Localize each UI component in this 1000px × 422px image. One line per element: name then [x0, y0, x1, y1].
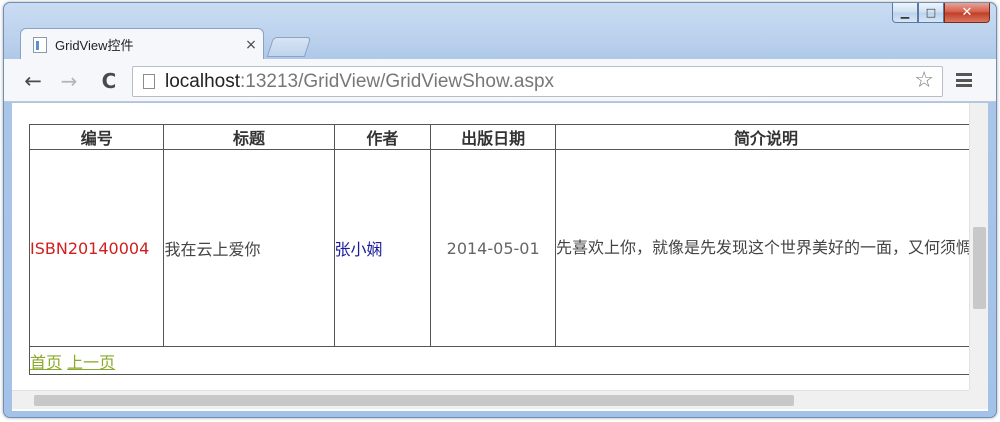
table-row: ISBN20140004 我在云上爱你 张小娴 2014-05-01 先喜欢上你… [28, 149, 978, 347]
pager-row: 首页 上一页 [30, 347, 977, 375]
cell-title: 我在云上爱你 [163, 149, 335, 347]
forward-arrow-icon[interactable]: → [56, 68, 82, 94]
vertical-scrollbar[interactable] [969, 103, 988, 390]
tab-close-icon[interactable]: × [239, 37, 263, 53]
prev-page-link[interactable]: 上一页 [67, 353, 115, 372]
close-window-button[interactable]: ✕ [944, 3, 990, 23]
header-date: 出版日期 [430, 124, 556, 150]
url-path: :13213/GridView/GridViewShow.aspx [240, 70, 555, 92]
address-bar[interactable]: localhost:13213/GridView/GridViewShow.as… [132, 66, 943, 97]
browser-tab[interactable]: GridView控件 × [20, 28, 264, 60]
url-host: localhost [165, 70, 240, 92]
back-arrow-icon[interactable]: ← [20, 68, 46, 94]
page-icon [143, 74, 155, 89]
url-text[interactable]: localhost:13213/GridView/GridViewShow.as… [165, 71, 554, 93]
horizontal-scrollbar[interactable] [12, 390, 969, 409]
header-author: 作者 [333, 124, 432, 150]
table-header-row: 编号 标题 作者 出版日期 简介说明 [28, 124, 978, 150]
browser-toolbar: ← → C localhost:13213/GridView/GridViewS… [4, 59, 996, 102]
cell-author: 张小娴 [333, 149, 432, 347]
window-controls: ▁ □ ✕ [892, 3, 990, 25]
scrollbar-corner [969, 390, 988, 409]
header-title: 标题 [163, 124, 335, 150]
gridview-table: 编号 标题 作者 出版日期 简介说明 ISBN20140004 我在云上爱你 张… [28, 124, 978, 375]
vertical-scroll-thumb[interactable] [973, 227, 986, 309]
reload-icon[interactable]: C [96, 68, 122, 94]
maximize-button[interactable]: □ [918, 3, 944, 23]
pager-cell: 首页 上一页 [30, 347, 977, 375]
first-page-link[interactable]: 首页 [30, 353, 62, 372]
bookmark-star-icon[interactable]: ☆ [914, 68, 934, 93]
page-icon [33, 36, 47, 53]
minimize-button[interactable]: ▁ [892, 3, 918, 23]
horizontal-scroll-thumb[interactable] [34, 395, 794, 406]
new-tab-button[interactable] [266, 37, 312, 57]
description-text: 先喜欢上你，就像是先发现这个世界美好的一面，又何须惆怅？ [555, 238, 977, 257]
cell-isbn: ISBN20140004 [28, 149, 165, 347]
menu-icon[interactable] [956, 73, 972, 87]
cell-description: 先喜欢上你，就像是先发现这个世界美好的一面，又何须惆怅？ [554, 149, 978, 347]
header-isbn: 编号 [28, 124, 165, 150]
page-viewport: 编号 标题 作者 出版日期 简介说明 ISBN20140004 我在云上爱你 张… [12, 103, 988, 411]
header-description: 简介说明 [554, 124, 978, 150]
cell-date: 2014-05-01 [430, 149, 556, 347]
tab-title: GridView控件 [55, 38, 134, 53]
